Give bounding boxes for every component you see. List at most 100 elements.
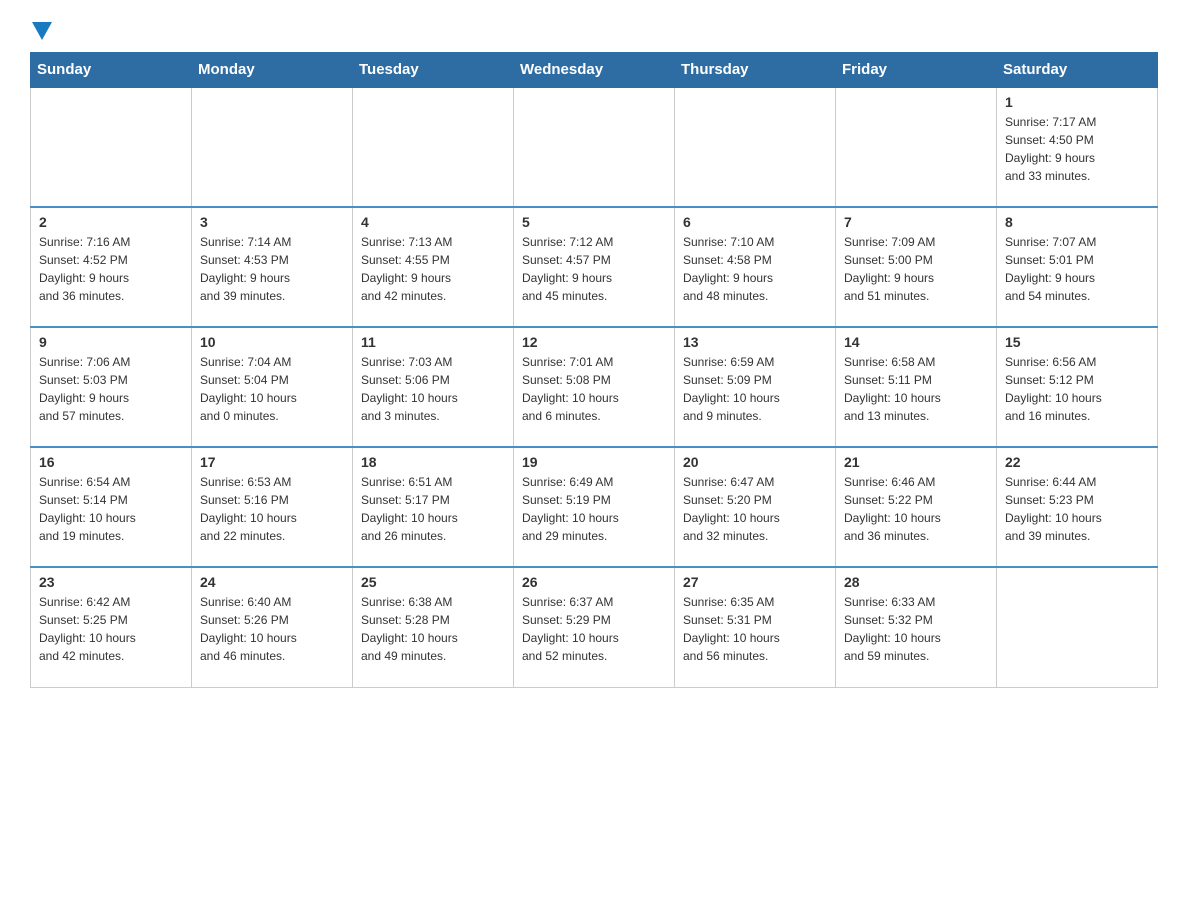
weekday-header-wednesday: Wednesday — [514, 53, 675, 88]
calendar-cell: 9Sunrise: 7:06 AM Sunset: 5:03 PM Daylig… — [31, 327, 192, 447]
day-number: 20 — [683, 454, 827, 470]
day-number: 21 — [844, 454, 988, 470]
calendar-cell: 15 Sunrise: 6:56 AM Sunset: 5:12 PM Dayli… — [997, 327, 1158, 447]
day-info: Sunrise: 7:13 AM Sunset: 4:55 PM Dayligh… — [361, 233, 505, 305]
day-info: Sunrise: 6:54 AM Sunset: 5:14 PM Dayligh… — [39, 473, 183, 545]
weekday-header-saturday: Saturday — [997, 53, 1158, 88]
day-number: 12 — [522, 334, 666, 350]
day-number: 11 — [361, 334, 505, 350]
calendar-cell: 27 Sunrise: 6:35 AM Sunset: 5:31 PM Dayli… — [675, 567, 836, 687]
day-info: Sunrise: 6:49 AM Sunset: 5:19 PM Dayligh… — [522, 473, 666, 545]
calendar-cell: 10 Sunrise: 7:04 AM Sunset: 5:04 PM Dayli… — [192, 327, 353, 447]
day-info: Sunrise: 7:16 AM Sunset: 4:52 PM Dayligh… — [39, 233, 183, 305]
day-info: Sunrise: 6:33 AM Sunset: 5:32 PM Dayligh… — [844, 593, 988, 665]
day-info: Sunrise: 6:47 AM Sunset: 5:20 PM Dayligh… — [683, 473, 827, 545]
calendar-cell: 16 Sunrise: 6:54 AM Sunset: 5:14 PM Dayli… — [31, 447, 192, 567]
day-number: 8 — [1005, 214, 1149, 230]
calendar-cell: 5 Sunrise: 7:12 AM Sunset: 4:57 PM Daylig… — [514, 207, 675, 327]
calendar-cell: 21Sunrise: 6:46 AM Sunset: 5:22 PM Dayli… — [836, 447, 997, 567]
calendar-cell: 18 Sunrise: 6:51 AM Sunset: 5:17 PM Dayli… — [353, 447, 514, 567]
calendar-cell: 24 Sunrise: 6:40 AM Sunset: 5:26 PM Dayli… — [192, 567, 353, 687]
day-info: Sunrise: 6:59 AM Sunset: 5:09 PM Dayligh… — [683, 353, 827, 425]
day-number: 5 — [522, 214, 666, 230]
logo-triangle-icon — [32, 22, 52, 40]
day-info: Sunrise: 7:10 AM Sunset: 4:58 PM Dayligh… — [683, 233, 827, 305]
day-number: 17 — [200, 454, 344, 470]
calendar-cell: 1 Sunrise: 7:17 AM Sunset: 4:50 PM Daylig… — [997, 87, 1158, 207]
day-number: 7 — [844, 214, 988, 230]
day-number: 26 — [522, 574, 666, 590]
day-info: Sunrise: 7:06 AM Sunset: 5:03 PM Dayligh… — [39, 353, 183, 425]
day-info: Sunrise: 6:51 AM Sunset: 5:17 PM Dayligh… — [361, 473, 505, 545]
day-info: Sunrise: 7:14 AM Sunset: 4:53 PM Dayligh… — [200, 233, 344, 305]
weekday-header-sunday: Sunday — [31, 53, 192, 88]
calendar-cell: 22 Sunrise: 6:44 AM Sunset: 5:23 PM Dayli… — [997, 447, 1158, 567]
calendar-week-row: 23 Sunrise: 6:42 AM Sunset: 5:25 PM Dayli… — [31, 567, 1158, 687]
calendar-cell: 26 Sunrise: 6:37 AM Sunset: 5:29 PM Dayli… — [514, 567, 675, 687]
calendar-week-row: 9Sunrise: 7:06 AM Sunset: 5:03 PM Daylig… — [31, 327, 1158, 447]
calendar-cell: 20 Sunrise: 6:47 AM Sunset: 5:20 PM Dayli… — [675, 447, 836, 567]
calendar-cell: 6 Sunrise: 7:10 AM Sunset: 4:58 PM Daylig… — [675, 207, 836, 327]
calendar-cell: 12 Sunrise: 7:01 AM Sunset: 5:08 PM Dayli… — [514, 327, 675, 447]
calendar-cell: 2 Sunrise: 7:16 AM Sunset: 4:52 PM Daylig… — [31, 207, 192, 327]
day-number: 1 — [1005, 94, 1149, 110]
calendar-cell: 11 Sunrise: 7:03 AM Sunset: 5:06 PM Dayli… — [353, 327, 514, 447]
calendar-table: SundayMondayTuesdayWednesdayThursdayFrid… — [30, 52, 1158, 688]
day-number: 14 — [844, 334, 988, 350]
day-number: 6 — [683, 214, 827, 230]
day-number: 18 — [361, 454, 505, 470]
calendar-cell — [192, 87, 353, 207]
weekday-header-thursday: Thursday — [675, 53, 836, 88]
day-info: Sunrise: 6:40 AM Sunset: 5:26 PM Dayligh… — [200, 593, 344, 665]
day-number: 23 — [39, 574, 183, 590]
calendar-cell: 7Sunrise: 7:09 AM Sunset: 5:00 PM Daylig… — [836, 207, 997, 327]
day-info: Sunrise: 7:01 AM Sunset: 5:08 PM Dayligh… — [522, 353, 666, 425]
weekday-header-friday: Friday — [836, 53, 997, 88]
day-number: 3 — [200, 214, 344, 230]
calendar-cell: 17 Sunrise: 6:53 AM Sunset: 5:16 PM Dayli… — [192, 447, 353, 567]
calendar-cell: 13 Sunrise: 6:59 AM Sunset: 5:09 PM Dayli… — [675, 327, 836, 447]
calendar-cell: 8Sunrise: 7:07 AM Sunset: 5:01 PM Daylig… — [997, 207, 1158, 327]
day-number: 22 — [1005, 454, 1149, 470]
day-info: Sunrise: 7:12 AM Sunset: 4:57 PM Dayligh… — [522, 233, 666, 305]
day-number: 28 — [844, 574, 988, 590]
calendar-cell: 28 Sunrise: 6:33 AM Sunset: 5:32 PM Dayli… — [836, 567, 997, 687]
day-number: 2 — [39, 214, 183, 230]
day-number: 16 — [39, 454, 183, 470]
calendar-cell — [675, 87, 836, 207]
day-info: Sunrise: 6:37 AM Sunset: 5:29 PM Dayligh… — [522, 593, 666, 665]
day-number: 4 — [361, 214, 505, 230]
day-info: Sunrise: 7:04 AM Sunset: 5:04 PM Dayligh… — [200, 353, 344, 425]
day-info: Sunrise: 6:44 AM Sunset: 5:23 PM Dayligh… — [1005, 473, 1149, 545]
page-header — [30, 20, 1158, 36]
day-number: 25 — [361, 574, 505, 590]
calendar-week-row: 2 Sunrise: 7:16 AM Sunset: 4:52 PM Daylig… — [31, 207, 1158, 327]
day-number: 24 — [200, 574, 344, 590]
calendar-cell — [31, 87, 192, 207]
calendar-cell — [514, 87, 675, 207]
day-number: 13 — [683, 334, 827, 350]
day-number: 27 — [683, 574, 827, 590]
day-info: Sunrise: 7:03 AM Sunset: 5:06 PM Dayligh… — [361, 353, 505, 425]
calendar-cell: 3 Sunrise: 7:14 AM Sunset: 4:53 PM Daylig… — [192, 207, 353, 327]
day-info: Sunrise: 6:42 AM Sunset: 5:25 PM Dayligh… — [39, 593, 183, 665]
day-info: Sunrise: 6:58 AM Sunset: 5:11 PM Dayligh… — [844, 353, 988, 425]
calendar-week-row: 16 Sunrise: 6:54 AM Sunset: 5:14 PM Dayli… — [31, 447, 1158, 567]
calendar-cell — [997, 567, 1158, 687]
day-number: 15 — [1005, 334, 1149, 350]
weekday-header-tuesday: Tuesday — [353, 53, 514, 88]
day-info: Sunrise: 6:35 AM Sunset: 5:31 PM Dayligh… — [683, 593, 827, 665]
calendar-cell: 25 Sunrise: 6:38 AM Sunset: 5:28 PM Dayli… — [353, 567, 514, 687]
day-info: Sunrise: 6:56 AM Sunset: 5:12 PM Dayligh… — [1005, 353, 1149, 425]
weekday-header-row: SundayMondayTuesdayWednesdayThursdayFrid… — [31, 53, 1158, 88]
weekday-header-monday: Monday — [192, 53, 353, 88]
day-number: 19 — [522, 454, 666, 470]
day-info: Sunrise: 6:38 AM Sunset: 5:28 PM Dayligh… — [361, 593, 505, 665]
calendar-week-row: 1 Sunrise: 7:17 AM Sunset: 4:50 PM Daylig… — [31, 87, 1158, 207]
day-info: Sunrise: 7:17 AM Sunset: 4:50 PM Dayligh… — [1005, 113, 1149, 185]
calendar-cell: 19 Sunrise: 6:49 AM Sunset: 5:19 PM Dayli… — [514, 447, 675, 567]
day-info: Sunrise: 6:53 AM Sunset: 5:16 PM Dayligh… — [200, 473, 344, 545]
calendar-cell: 4 Sunrise: 7:13 AM Sunset: 4:55 PM Daylig… — [353, 207, 514, 327]
calendar-cell: 14 Sunrise: 6:58 AM Sunset: 5:11 PM Dayli… — [836, 327, 997, 447]
day-number: 10 — [200, 334, 344, 350]
